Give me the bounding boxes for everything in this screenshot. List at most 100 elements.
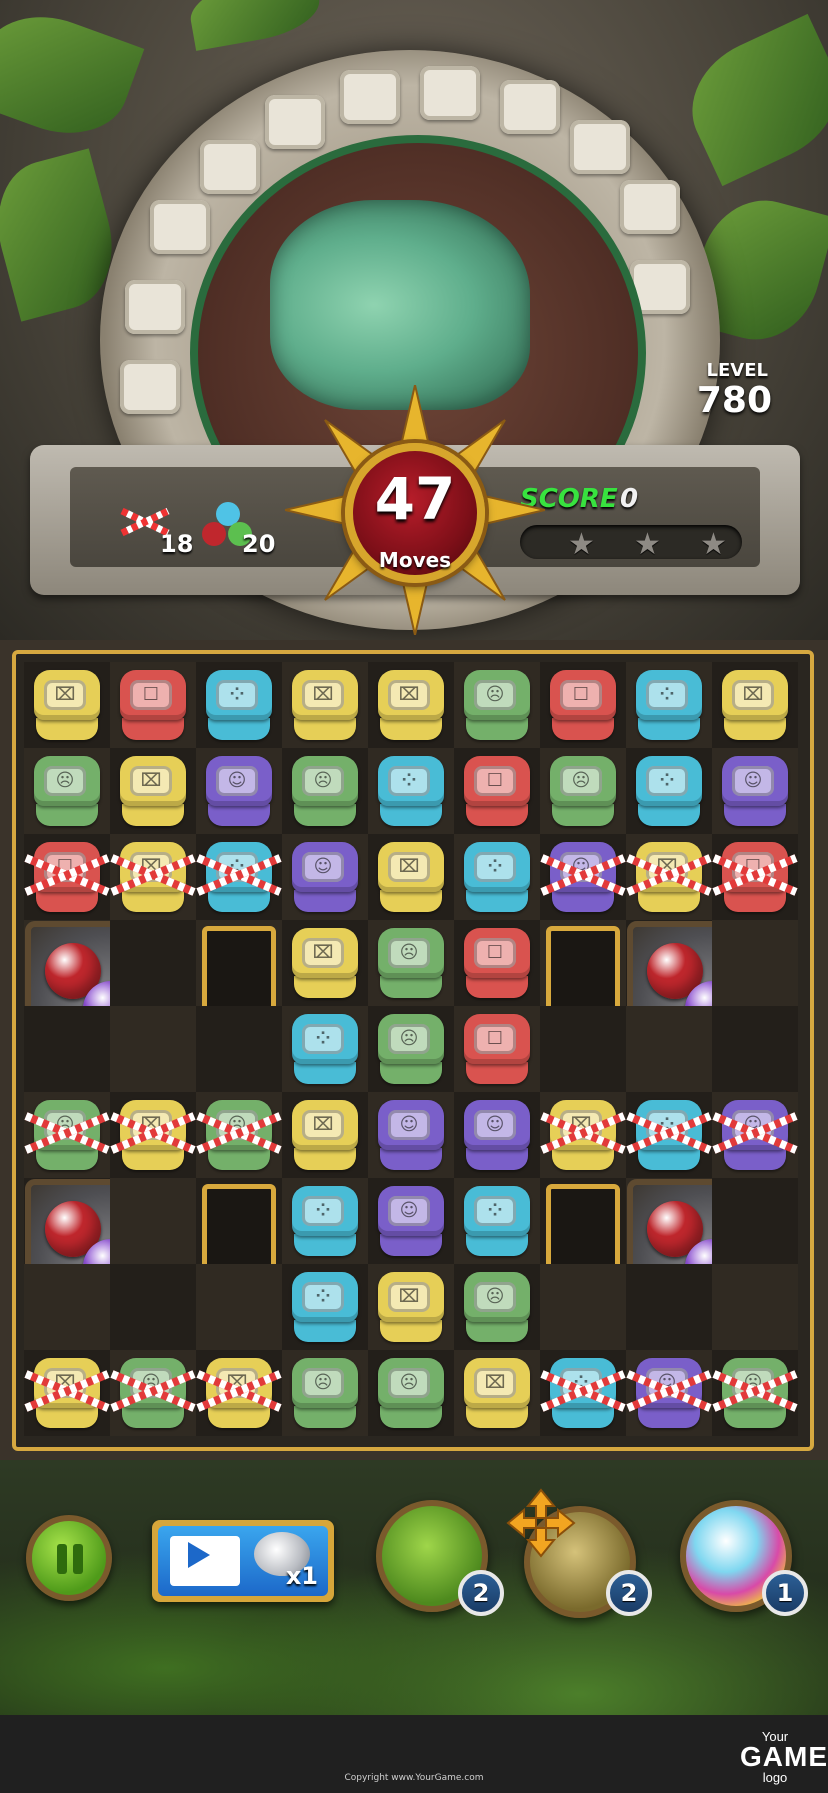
board-cell[interactable]: ☐	[540, 662, 626, 748]
pause-button[interactable]	[26, 1515, 112, 1601]
board-cell[interactable]: ⌧	[454, 1350, 540, 1436]
watch-video-button[interactable]: x1	[152, 1520, 334, 1602]
board-cell[interactable]	[712, 920, 798, 1006]
purple-glyph-tile[interactable]: ☺	[720, 1098, 790, 1172]
board-cell[interactable]: ☺	[626, 1350, 712, 1436]
red-glyph-tile[interactable]: ☐	[548, 668, 618, 742]
board-cell[interactable]	[712, 1006, 798, 1092]
board-cell[interactable]: ☺	[712, 1092, 798, 1178]
board-cell[interactable]: ☹	[454, 662, 540, 748]
board-cell[interactable]: ☐	[454, 748, 540, 834]
red-glyph-tile[interactable]: ☐	[720, 840, 790, 914]
green-glyph-tile[interactable]: ☹	[462, 668, 532, 742]
board-cell[interactable]: ⌧	[196, 1350, 282, 1436]
board-cell[interactable]: ⌧	[368, 662, 454, 748]
purple-glyph-tile[interactable]: ☺	[634, 1356, 704, 1430]
blue-glyph-tile[interactable]: ⁘	[290, 1270, 360, 1344]
yellow-glyph-tile[interactable]: ⌧	[462, 1356, 532, 1430]
purple-glyph-tile[interactable]: ☺	[290, 840, 360, 914]
purple-glyph-tile[interactable]: ☺	[376, 1098, 446, 1172]
board-cell[interactable]	[626, 1006, 712, 1092]
yellow-glyph-tile[interactable]: ⌧	[204, 1356, 274, 1430]
blue-glyph-tile[interactable]: ⁘	[290, 1012, 360, 1086]
yellow-glyph-tile[interactable]: ⌧	[376, 668, 446, 742]
board-cell[interactable]: ⁘	[196, 662, 282, 748]
board-cell[interactable]: ☺	[454, 1092, 540, 1178]
green-glyph-tile[interactable]: ☹	[204, 1098, 274, 1172]
board-cell[interactable]	[196, 1264, 282, 1350]
blue-glyph-tile[interactable]: ⁘	[634, 668, 704, 742]
yellow-glyph-tile[interactable]: ⌧	[290, 1098, 360, 1172]
board-cell[interactable]: ☹	[24, 748, 110, 834]
board-cell[interactable]: ⁘	[626, 748, 712, 834]
board-cell[interactable]: ⌧	[368, 834, 454, 920]
board-cell[interactable]: ☹	[110, 1350, 196, 1436]
blue-glyph-tile[interactable]: ⁘	[634, 754, 704, 828]
green-glyph-tile[interactable]: ☹	[32, 1098, 102, 1172]
board-cell[interactable]: ☹	[368, 920, 454, 1006]
board-cell[interactable]: ⌧	[626, 834, 712, 920]
board-cell[interactable]: ⌧	[24, 662, 110, 748]
board-cell[interactable]: ⁘	[540, 1350, 626, 1436]
yellow-glyph-tile[interactable]: ⌧	[32, 1356, 102, 1430]
board-cell[interactable]: ⁘	[196, 834, 282, 920]
board-cell[interactable]: ⁘	[626, 662, 712, 748]
red-glyph-tile[interactable]: ☐	[462, 754, 532, 828]
green-glyph-tile[interactable]: ☹	[118, 1356, 188, 1430]
board-cell[interactable]	[24, 1264, 110, 1350]
board-cell[interactable]: ☺	[368, 1178, 454, 1264]
board-cell[interactable]: ☐	[24, 834, 110, 920]
board-cell[interactable]: ☹	[540, 748, 626, 834]
board-cell[interactable]: ☹	[368, 1350, 454, 1436]
green-glyph-tile[interactable]: ☹	[32, 754, 102, 828]
board-cell[interactable]: ⁘	[282, 1006, 368, 1092]
board-cell[interactable]: ⌧	[110, 834, 196, 920]
board-cell[interactable]: ☺	[712, 748, 798, 834]
purple-glyph-tile[interactable]: ☺	[462, 1098, 532, 1172]
purple-glyph-tile[interactable]: ☺	[204, 754, 274, 828]
board-cell[interactable]: ⁘	[454, 834, 540, 920]
blue-glyph-tile[interactable]: ⁘	[548, 1356, 618, 1430]
green-glyph-tile[interactable]: ☹	[376, 1012, 446, 1086]
purple-glyph-tile[interactable]: ☺	[720, 754, 790, 828]
red-glyph-tile[interactable]: ☐	[462, 926, 532, 1000]
blue-glyph-tile[interactable]: ⁘	[204, 668, 274, 742]
yellow-glyph-tile[interactable]: ⌧	[376, 840, 446, 914]
yellow-glyph-tile[interactable]: ⌧	[720, 668, 790, 742]
purple-glyph-tile[interactable]: ☺	[548, 840, 618, 914]
blue-glyph-tile[interactable]: ⁘	[290, 1184, 360, 1258]
red-glyph-tile[interactable]: ☐	[118, 668, 188, 742]
green-glyph-tile[interactable]: ☹	[290, 754, 360, 828]
board-cell[interactable]: ⁘	[454, 1178, 540, 1264]
blue-glyph-tile[interactable]: ⁘	[376, 754, 446, 828]
yellow-glyph-tile[interactable]: ⌧	[548, 1098, 618, 1172]
red-glyph-tile[interactable]: ☐	[32, 840, 102, 914]
board-cell[interactable]	[110, 920, 196, 1006]
board-cell[interactable]	[110, 1178, 196, 1264]
board-cell[interactable]: ⁘	[282, 1264, 368, 1350]
board-cell[interactable]: ☹	[24, 1092, 110, 1178]
blue-glyph-tile[interactable]: ⁘	[634, 1098, 704, 1172]
board-cell[interactable]	[196, 1006, 282, 1092]
board-cell[interactable]: ⌧	[712, 662, 798, 748]
green-glyph-tile[interactable]: ☹	[376, 926, 446, 1000]
green-glyph-tile[interactable]: ☹	[548, 754, 618, 828]
board-cell[interactable]: ☐	[712, 834, 798, 920]
board-cell[interactable]: ☹	[282, 1350, 368, 1436]
board-cell[interactable]: ⁘	[626, 1092, 712, 1178]
board-cell[interactable]: ☺	[540, 834, 626, 920]
board-cell[interactable]	[24, 1006, 110, 1092]
board-cell[interactable]: ☹	[712, 1350, 798, 1436]
board-cell[interactable]	[110, 1006, 196, 1092]
board-cell[interactable]: ☹	[282, 748, 368, 834]
board-cell[interactable]: ⌧	[24, 1350, 110, 1436]
board-cell[interactable]: ☺	[282, 834, 368, 920]
board-cell[interactable]: ⌧	[110, 748, 196, 834]
blue-glyph-tile[interactable]: ⁘	[204, 840, 274, 914]
board-cell[interactable]: ⌧	[110, 1092, 196, 1178]
board-cell[interactable]: ☐	[454, 1006, 540, 1092]
board-cell[interactable]: ⌧	[282, 920, 368, 1006]
yellow-glyph-tile[interactable]: ⌧	[118, 754, 188, 828]
board-cell[interactable]: ⌧	[282, 1092, 368, 1178]
board-cell[interactable]: ⌧	[282, 662, 368, 748]
